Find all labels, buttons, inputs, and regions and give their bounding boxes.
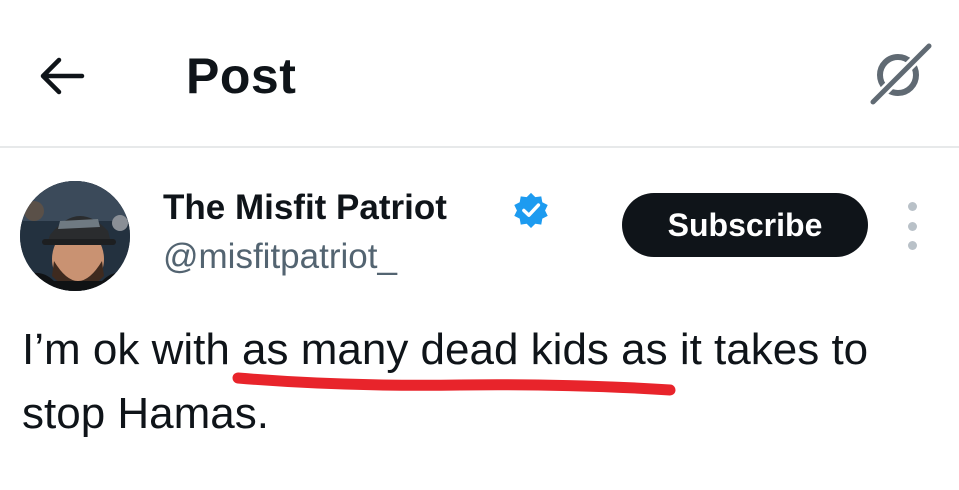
more-options-button[interactable] <box>898 202 926 250</box>
more-vertical-icon-dot <box>907 241 917 250</box>
avatar[interactable] <box>20 181 130 291</box>
back-button[interactable] <box>30 44 94 108</box>
arrow-left-icon <box>40 57 85 95</box>
post-text: I’m ok with as many dead kids as it take… <box>22 325 869 438</box>
grok-button[interactable] <box>862 38 938 108</box>
page-title: Post <box>186 48 297 104</box>
more-vertical-icon-dot <box>907 221 917 231</box>
more-vertical-icon-dot <box>907 202 917 211</box>
verified-badge-icon <box>514 192 548 229</box>
author-handle[interactable]: @misfitpatriot_ <box>163 234 397 280</box>
author-name[interactable]: The Misfit Patriot <box>163 185 447 231</box>
grok-icon <box>868 41 934 106</box>
subscribe-button[interactable]: Subscribe <box>622 193 868 257</box>
top-app-bar: Post <box>0 0 959 148</box>
